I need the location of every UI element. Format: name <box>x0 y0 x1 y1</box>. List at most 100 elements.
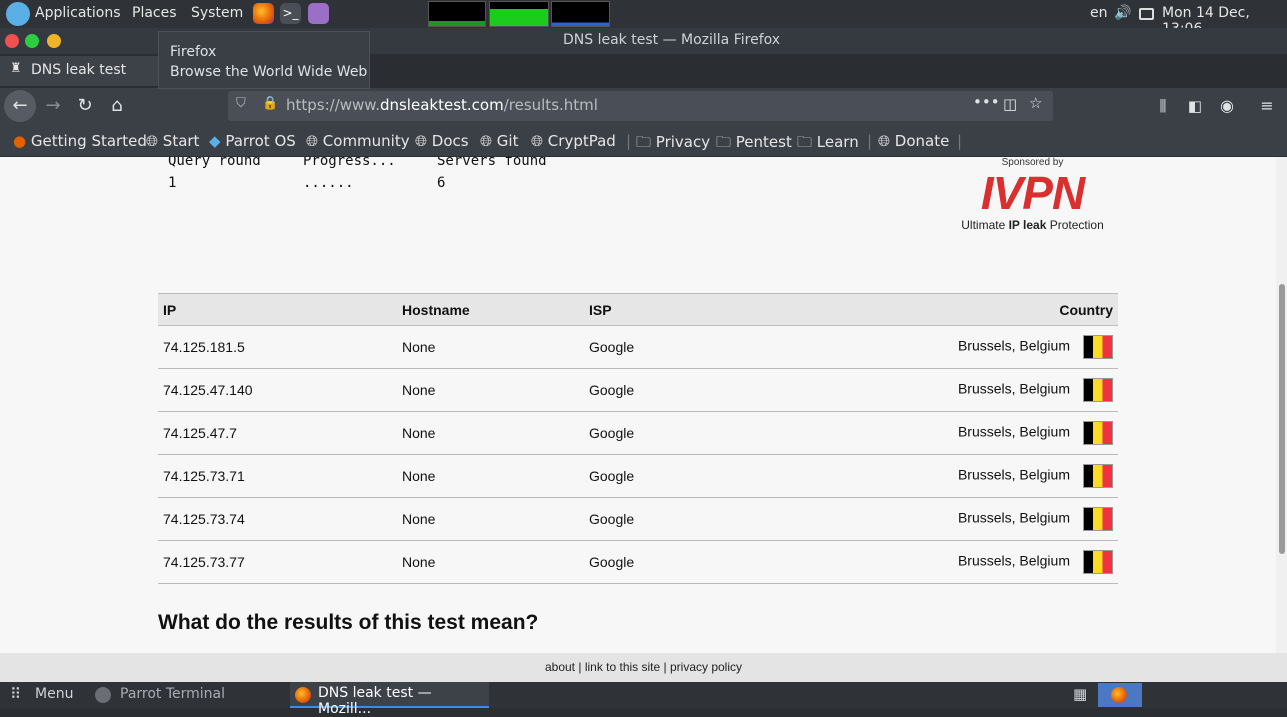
page-content: Query round Progress... Servers found 1 … <box>0 157 1276 653</box>
url-bar[interactable]: ⛉ 🔒 https://www.dnsleaktest.com/results.… <box>228 91 1053 121</box>
reload-icon[interactable]: ↻ <box>70 92 100 120</box>
link-to-site-link[interactable]: link to this site <box>585 660 660 674</box>
menu-grid-icon[interactable]: ⠿ <box>10 685 21 703</box>
sponsor-block[interactable]: Sponsored by IVPN Ultimate IP leak Prote… <box>950 157 1115 242</box>
workspace-icon[interactable]: ▦ <box>1073 685 1087 703</box>
query-round-header: Query round <box>168 157 261 169</box>
taskbar-firefox-window[interactable]: DNS leak test — Mozill... <box>290 682 489 717</box>
taskbar: ⠿ Menu Parrot Terminal DNS leak test — M… <box>0 682 1287 717</box>
network-graph <box>551 1 610 27</box>
window-title: DNS leak test — Mozilla Firefox <box>563 32 781 48</box>
url-text[interactable]: https://www.dnsleaktest.com/results.html <box>286 96 598 114</box>
cell-country: Brussels, Belgium <box>834 411 1118 455</box>
separator: | <box>626 132 632 150</box>
folder-icon: 🗀 <box>636 133 652 151</box>
cell-ip: 74.125.47.7 <box>158 411 397 455</box>
globe-icon: 🌐︎ <box>146 132 159 150</box>
account-icon[interactable]: ◉ <box>1212 92 1242 120</box>
progress-header: Progress... <box>303 157 396 169</box>
cell-hostname: None <box>397 454 584 498</box>
shield-icon[interactable]: ⛉ <box>236 96 246 111</box>
places-menu[interactable]: Places <box>132 5 177 21</box>
tab-label: DNS leak test <box>31 62 127 78</box>
parrot-logo-icon[interactable] <box>6 2 30 26</box>
bookmark-donate[interactable]: 🌐︎ Donate <box>878 132 949 150</box>
display-icon[interactable] <box>1139 8 1154 20</box>
cell-hostname: None <box>397 540 584 584</box>
memory-graph <box>489 1 549 27</box>
notes-launcher-icon[interactable] <box>308 3 329 24</box>
bookmark-parrot-os[interactable]: ◆ Parrot OS <box>209 132 296 150</box>
maximize-window-button[interactable] <box>25 34 39 48</box>
firefox-icon: ● <box>13 132 27 150</box>
cell-ip: 74.125.47.140 <box>158 368 397 412</box>
footer-links: about | link to this site | privacy poli… <box>0 653 1287 682</box>
close-window-button[interactable] <box>5 34 19 48</box>
workspace-switcher[interactable] <box>1098 683 1142 707</box>
cell-country: Brussels, Belgium <box>834 368 1118 412</box>
hamburger-menu-icon[interactable]: ≡ <box>1252 92 1282 120</box>
bookmark-cryptpad[interactable]: 🌐︎ CryptPad <box>531 132 616 150</box>
cell-ip: 74.125.73.74 <box>158 497 397 541</box>
home-icon[interactable]: ⌂ <box>102 92 132 120</box>
belgium-flag-icon <box>1083 464 1113 488</box>
taskbar-firefox-label: DNS leak test — Mozill... <box>318 685 432 717</box>
column-country: Country <box>834 293 1118 326</box>
minimize-window-button[interactable] <box>47 34 61 48</box>
bookmark-folder-learn[interactable]: 🗀 Learn <box>797 132 859 157</box>
system-menu[interactable]: System <box>191 5 243 21</box>
terminal-launcher-icon[interactable]: >_ <box>280 3 301 24</box>
bookmark-docs[interactable]: 🌐︎ Docs <box>415 132 469 150</box>
sidebar-icon[interactable]: ◧ <box>1180 92 1210 120</box>
about-link[interactable]: about <box>545 660 575 674</box>
bookmark-folder-privacy[interactable]: 🗀 Privacy <box>636 132 710 157</box>
ivpn-logo[interactable]: IVPN <box>950 168 1115 218</box>
results-table: IP Hostname ISP Country 74.125.181.5 None… <box>158 293 1118 584</box>
folder-icon: 🗀 <box>716 133 732 151</box>
page-actions-icon[interactable]: ••• <box>973 93 1000 111</box>
volume-icon[interactable]: 🔊 <box>1114 5 1131 21</box>
globe-icon: 🌐︎ <box>306 132 319 150</box>
tab-dns-leak-test[interactable]: ♜ DNS leak test <box>0 56 158 86</box>
page-scrollbar[interactable] <box>1276 157 1287 653</box>
bookmark-git[interactable]: 🌐︎ Git <box>480 132 518 150</box>
bookmark-getting-started[interactable]: ● Getting Started <box>13 132 147 150</box>
lock-icon[interactable]: 🔒 <box>262 96 278 111</box>
globe-icon: 🌐︎ <box>878 132 891 150</box>
bookmark-folder-pentest[interactable]: 🗀 Pentest <box>716 132 792 157</box>
table-row: 74.125.73.71 None Google Brussels, Belgium <box>158 454 1118 498</box>
bookmark-start[interactable]: 🌐︎ Start <box>146 132 199 150</box>
terminal-icon <box>95 687 111 703</box>
keyboard-layout[interactable]: en <box>1090 5 1108 21</box>
tooltip-description: Browse the World Wide Web <box>170 64 368 80</box>
cell-hostname: None <box>397 497 584 541</box>
cell-ip: 74.125.181.5 <box>158 325 397 369</box>
bookmark-star-icon[interactable]: ☆ <box>1029 94 1042 112</box>
bookmark-community[interactable]: 🌐︎ Community <box>306 132 410 150</box>
pocket-icon[interactable]: ◫ <box>1003 95 1017 113</box>
navigation-toolbar: ← → ↻ ⌂ ⛉ 🔒 https://www.dnsleaktest.com/… <box>0 88 1287 124</box>
tooltip: Firefox Browse the World Wide Web <box>158 31 370 89</box>
cell-isp: Google <box>584 411 834 455</box>
scrollbar-thumb[interactable] <box>1279 284 1285 554</box>
separator: | <box>867 132 873 150</box>
cell-isp: Google <box>584 497 834 541</box>
country-text: Brussels, Belgium <box>957 552 1070 569</box>
back-arrow-icon[interactable]: ← <box>4 90 36 122</box>
forward-arrow-icon[interactable]: → <box>38 92 68 120</box>
taskbar-terminal[interactable]: Parrot Terminal <box>120 686 225 702</box>
belgium-flag-icon <box>1083 507 1113 531</box>
favicon-icon: ♜ <box>10 61 22 76</box>
table-row: 74.125.73.77 None Google Brussels, Belgium <box>158 540 1118 584</box>
applications-menu[interactable]: Applications <box>35 5 121 21</box>
table-row: 74.125.181.5 None Google Brussels, Belgium <box>158 325 1118 369</box>
bookmarks-toolbar: ● Getting Started 🌐︎ Start ◆ Parrot OS 🌐… <box>0 124 1287 157</box>
privacy-policy-link[interactable]: privacy policy <box>670 660 742 674</box>
cell-isp: Google <box>584 325 834 369</box>
menu-button[interactable]: Menu <box>35 686 73 702</box>
belgium-flag-icon <box>1083 421 1113 445</box>
column-isp: ISP <box>584 293 834 326</box>
firefox-launcher-icon[interactable] <box>253 3 274 24</box>
library-icon[interactable]: ⫼ <box>1148 92 1178 120</box>
parrot-icon: ◆ <box>209 132 221 150</box>
